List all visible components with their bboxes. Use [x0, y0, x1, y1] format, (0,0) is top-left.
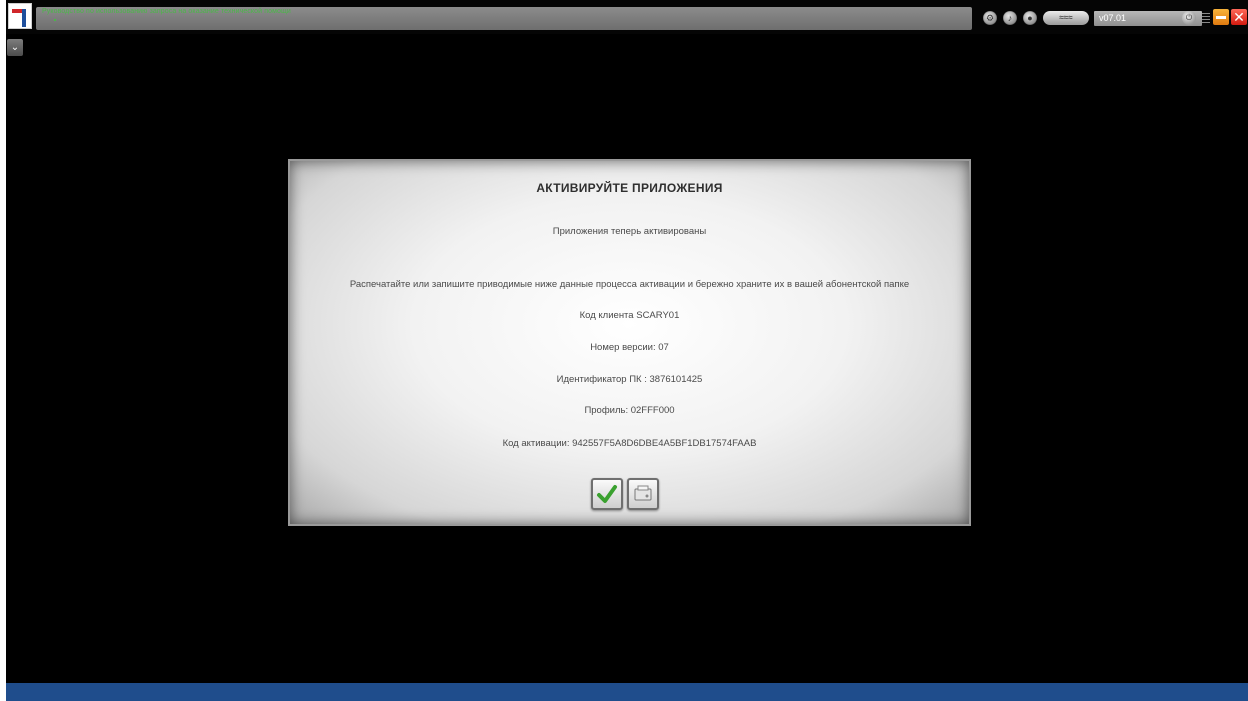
- activation-instruction: Распечатайте или запишите приводимые ниж…: [349, 279, 910, 290]
- close-button[interactable]: ✕: [1231, 9, 1247, 25]
- activation-code: Код активации: 942557F5A8D6DBE4A5BF1DB17…: [502, 438, 757, 449]
- close-icon: ✕: [1233, 9, 1245, 25]
- record-icon[interactable]: ●: [1023, 11, 1037, 25]
- checkmark-icon: [597, 485, 617, 503]
- dialog-title: АКТИВИРУЙТЕ ПРИЛОЖЕНИЯ: [536, 181, 723, 195]
- equalizer-label: ≈≈≈: [1059, 13, 1073, 22]
- ok-button[interactable]: [591, 478, 623, 510]
- logo-icon: [8, 3, 32, 29]
- profile: Профиль: 02FFF000: [584, 405, 675, 416]
- grip-handle: [1202, 13, 1210, 24]
- equalizer-button[interactable]: ≈≈≈: [1043, 11, 1089, 25]
- activation-status: Приложения теперь активированы: [552, 226, 707, 237]
- activation-dialog: АКТИВИРУЙТЕ ПРИЛОЖЕНИЯ Приложения теперь…: [288, 159, 971, 526]
- print-icon: [634, 485, 652, 501]
- client-code: Код клиента SCARY01: [579, 310, 680, 321]
- power-icon[interactable]: ⏻: [1182, 11, 1196, 25]
- bottom-bar: [6, 683, 1248, 701]
- minimize-button[interactable]: [1213, 9, 1229, 25]
- title-text: Руководство по использованию запроса на …: [42, 8, 291, 15]
- chevron-down-icon: ⌄: [10, 42, 20, 53]
- version-label: v07.01: [1099, 13, 1127, 23]
- top-bar: Руководство по использованию запроса на …: [6, 0, 1248, 34]
- version-field: v07.01 ⏻: [1094, 11, 1202, 26]
- menu-dropdown-button[interactable]: ⌄: [7, 39, 23, 56]
- print-button[interactable]: [627, 478, 659, 510]
- headset-icon[interactable]: ♪: [1003, 11, 1017, 25]
- version-number: Номер версии: 07: [590, 342, 669, 353]
- cursor-mark: [54, 19, 56, 21]
- title-field[interactable]: Руководство по использованию запроса на …: [36, 7, 972, 30]
- settings-icon[interactable]: ⚙: [983, 11, 997, 25]
- app-screen: Руководство по использованию запроса на …: [6, 0, 1248, 701]
- pc-identifier: Идентификатор ПК : 3876101425: [556, 374, 703, 385]
